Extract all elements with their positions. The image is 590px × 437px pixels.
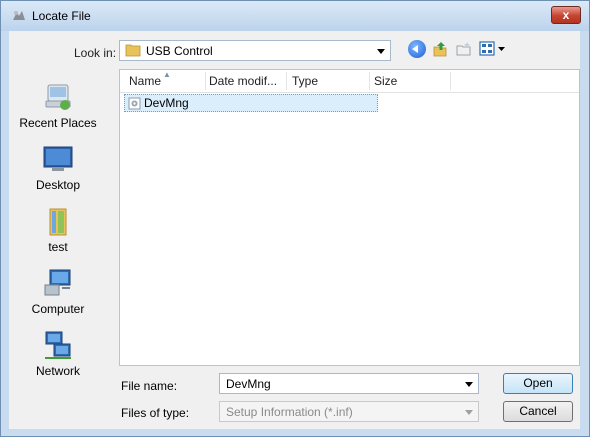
app-icon (13, 11, 25, 20)
sort-ascending-icon: ▲ (163, 70, 171, 79)
column-divider[interactable] (369, 72, 370, 90)
close-button[interactable]: x (551, 6, 581, 24)
file-type-dropdown[interactable]: Setup Information (*.inf) (219, 401, 479, 422)
views-menu-icon[interactable] (479, 40, 507, 58)
up-folder-icon[interactable] (431, 40, 449, 58)
folder-icon (125, 44, 141, 57)
network-icon (45, 331, 71, 359)
place-test[interactable]: test (9, 205, 107, 254)
file-type-label: Files of type: (121, 406, 190, 420)
back-arrow-icon[interactable] (408, 40, 426, 58)
file-list[interactable]: ▲ Name Date modif... Type Size DevMng (119, 69, 580, 366)
user-folder-icon (49, 208, 67, 236)
file-type-value: Setup Information (*.inf) (226, 405, 353, 419)
column-divider[interactable] (450, 72, 451, 90)
new-folder-icon[interactable] (455, 40, 473, 58)
look-in-dropdown[interactable]: USB Control (119, 40, 391, 61)
place-network[interactable]: Network (9, 329, 107, 378)
file-name-label: File name: (121, 379, 178, 393)
recent-places-icon (45, 84, 71, 110)
locate-file-dialog: Locate File x Look in: USB Control Recen… (0, 0, 590, 437)
chevron-down-icon[interactable] (377, 49, 385, 54)
places-bar: Recent Places Desktop test Computer Netw… (9, 69, 107, 409)
cancel-button[interactable]: Cancel (503, 401, 573, 422)
column-divider[interactable] (286, 72, 287, 90)
place-label: Recent Places (19, 116, 97, 130)
inf-file-icon (128, 97, 141, 110)
column-header-type[interactable]: Type (292, 74, 318, 88)
computer-icon (44, 269, 71, 296)
file-name: DevMng (144, 96, 189, 110)
place-label: Computer (31, 302, 85, 316)
look-in-value: USB Control (146, 44, 213, 58)
look-in-label: Look in: (74, 46, 117, 60)
place-computer[interactable]: Computer (9, 267, 107, 316)
place-recent-places[interactable]: Recent Places (9, 81, 107, 130)
list-item[interactable]: DevMng (124, 94, 378, 112)
open-button[interactable]: Open (503, 373, 573, 394)
column-divider[interactable] (205, 72, 206, 90)
desktop-icon (43, 146, 73, 171)
chevron-down-icon[interactable] (465, 410, 473, 415)
chevron-down-icon[interactable] (465, 382, 473, 387)
close-icon: x (562, 8, 570, 22)
dialog-client: Look in: USB Control Recent Places Deskt… (9, 31, 580, 429)
column-header-size[interactable]: Size (374, 74, 397, 88)
column-header-date[interactable]: Date modif... (209, 74, 277, 88)
place-label: test (48, 240, 68, 254)
place-label: Network (35, 364, 80, 378)
list-header: ▲ Name Date modif... Type Size (120, 70, 579, 93)
file-name-field[interactable]: DevMng (219, 373, 479, 394)
place-label: Desktop (35, 178, 81, 192)
window-title: Locate File (32, 9, 91, 23)
place-desktop[interactable]: Desktop (9, 143, 107, 192)
file-name-value: DevMng (226, 377, 271, 391)
title-bar[interactable]: Locate File x (1, 1, 589, 31)
column-header-name[interactable]: ▲ Name (129, 70, 171, 88)
